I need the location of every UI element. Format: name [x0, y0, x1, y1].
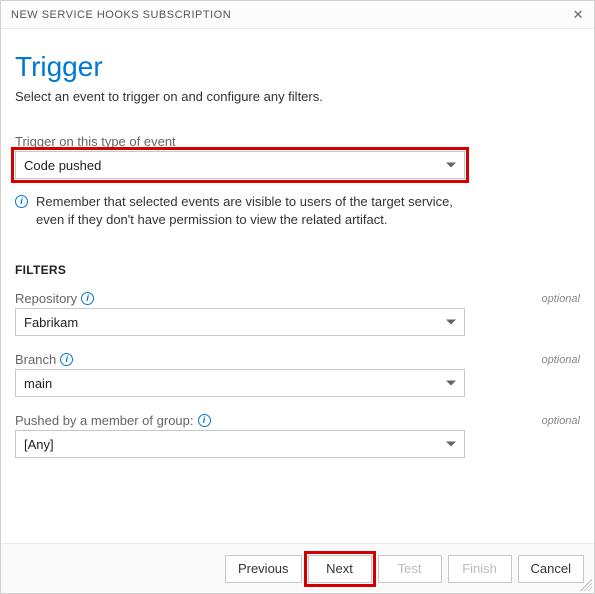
dialog: NEW SERVICE HOOKS SUBSCRIPTION ✕ Trigger…	[0, 0, 595, 594]
titlebar: NEW SERVICE HOOKS SUBSCRIPTION ✕	[1, 1, 594, 29]
chevron-down-icon	[446, 320, 456, 325]
info-icon[interactable]: i	[198, 414, 211, 427]
optional-label: optional	[541, 293, 580, 305]
cancel-button[interactable]: Cancel	[518, 555, 584, 583]
close-icon[interactable]: ✕	[573, 7, 584, 23]
resize-grip[interactable]	[580, 579, 592, 591]
group-label-text: Pushed by a member of group:	[15, 413, 194, 428]
branch-field: Branch i optional main	[15, 352, 580, 397]
event-note-row: i Remember that selected events are visi…	[15, 193, 465, 229]
footer: Previous Next Test Finish Cancel	[1, 543, 594, 593]
event-select-value: Code pushed	[24, 158, 101, 173]
repository-select[interactable]: Fabrikam	[15, 308, 465, 336]
group-field: Pushed by a member of group: i optional …	[15, 413, 580, 458]
repository-label-text: Repository	[15, 291, 77, 306]
page-subtitle: Select an event to trigger on and config…	[15, 89, 580, 104]
repository-label: Repository i optional	[15, 291, 580, 306]
branch-select-value: main	[24, 376, 52, 391]
event-select[interactable]: Code pushed	[15, 151, 465, 179]
branch-label: Branch i optional	[15, 352, 580, 367]
optional-label: optional	[541, 415, 580, 427]
group-select[interactable]: [Any]	[15, 430, 465, 458]
event-note: Remember that selected events are visibl…	[36, 193, 465, 229]
chevron-down-icon	[446, 381, 456, 386]
chevron-down-icon	[446, 442, 456, 447]
next-button[interactable]: Next	[308, 555, 372, 583]
chevron-down-icon	[446, 163, 456, 168]
group-label: Pushed by a member of group: i optional	[15, 413, 580, 428]
optional-label: optional	[541, 354, 580, 366]
content: Trigger Select an event to trigger on an…	[1, 29, 594, 484]
repository-field: Repository i optional Fabrikam	[15, 291, 580, 336]
info-icon[interactable]: i	[60, 353, 73, 366]
group-select-value: [Any]	[24, 437, 54, 452]
event-label: Trigger on this type of event	[15, 134, 580, 149]
branch-select[interactable]: main	[15, 369, 465, 397]
event-field: Trigger on this type of event Code pushe…	[15, 134, 580, 229]
page-title: Trigger	[15, 51, 580, 83]
branch-label-text: Branch	[15, 352, 56, 367]
repository-select-value: Fabrikam	[24, 315, 78, 330]
test-button: Test	[378, 555, 442, 583]
dialog-title: NEW SERVICE HOOKS SUBSCRIPTION	[11, 9, 231, 21]
previous-button[interactable]: Previous	[225, 555, 302, 583]
info-icon[interactable]: i	[81, 292, 94, 305]
info-icon: i	[15, 195, 28, 208]
filters-heading: FILTERS	[15, 263, 580, 277]
finish-button: Finish	[448, 555, 512, 583]
